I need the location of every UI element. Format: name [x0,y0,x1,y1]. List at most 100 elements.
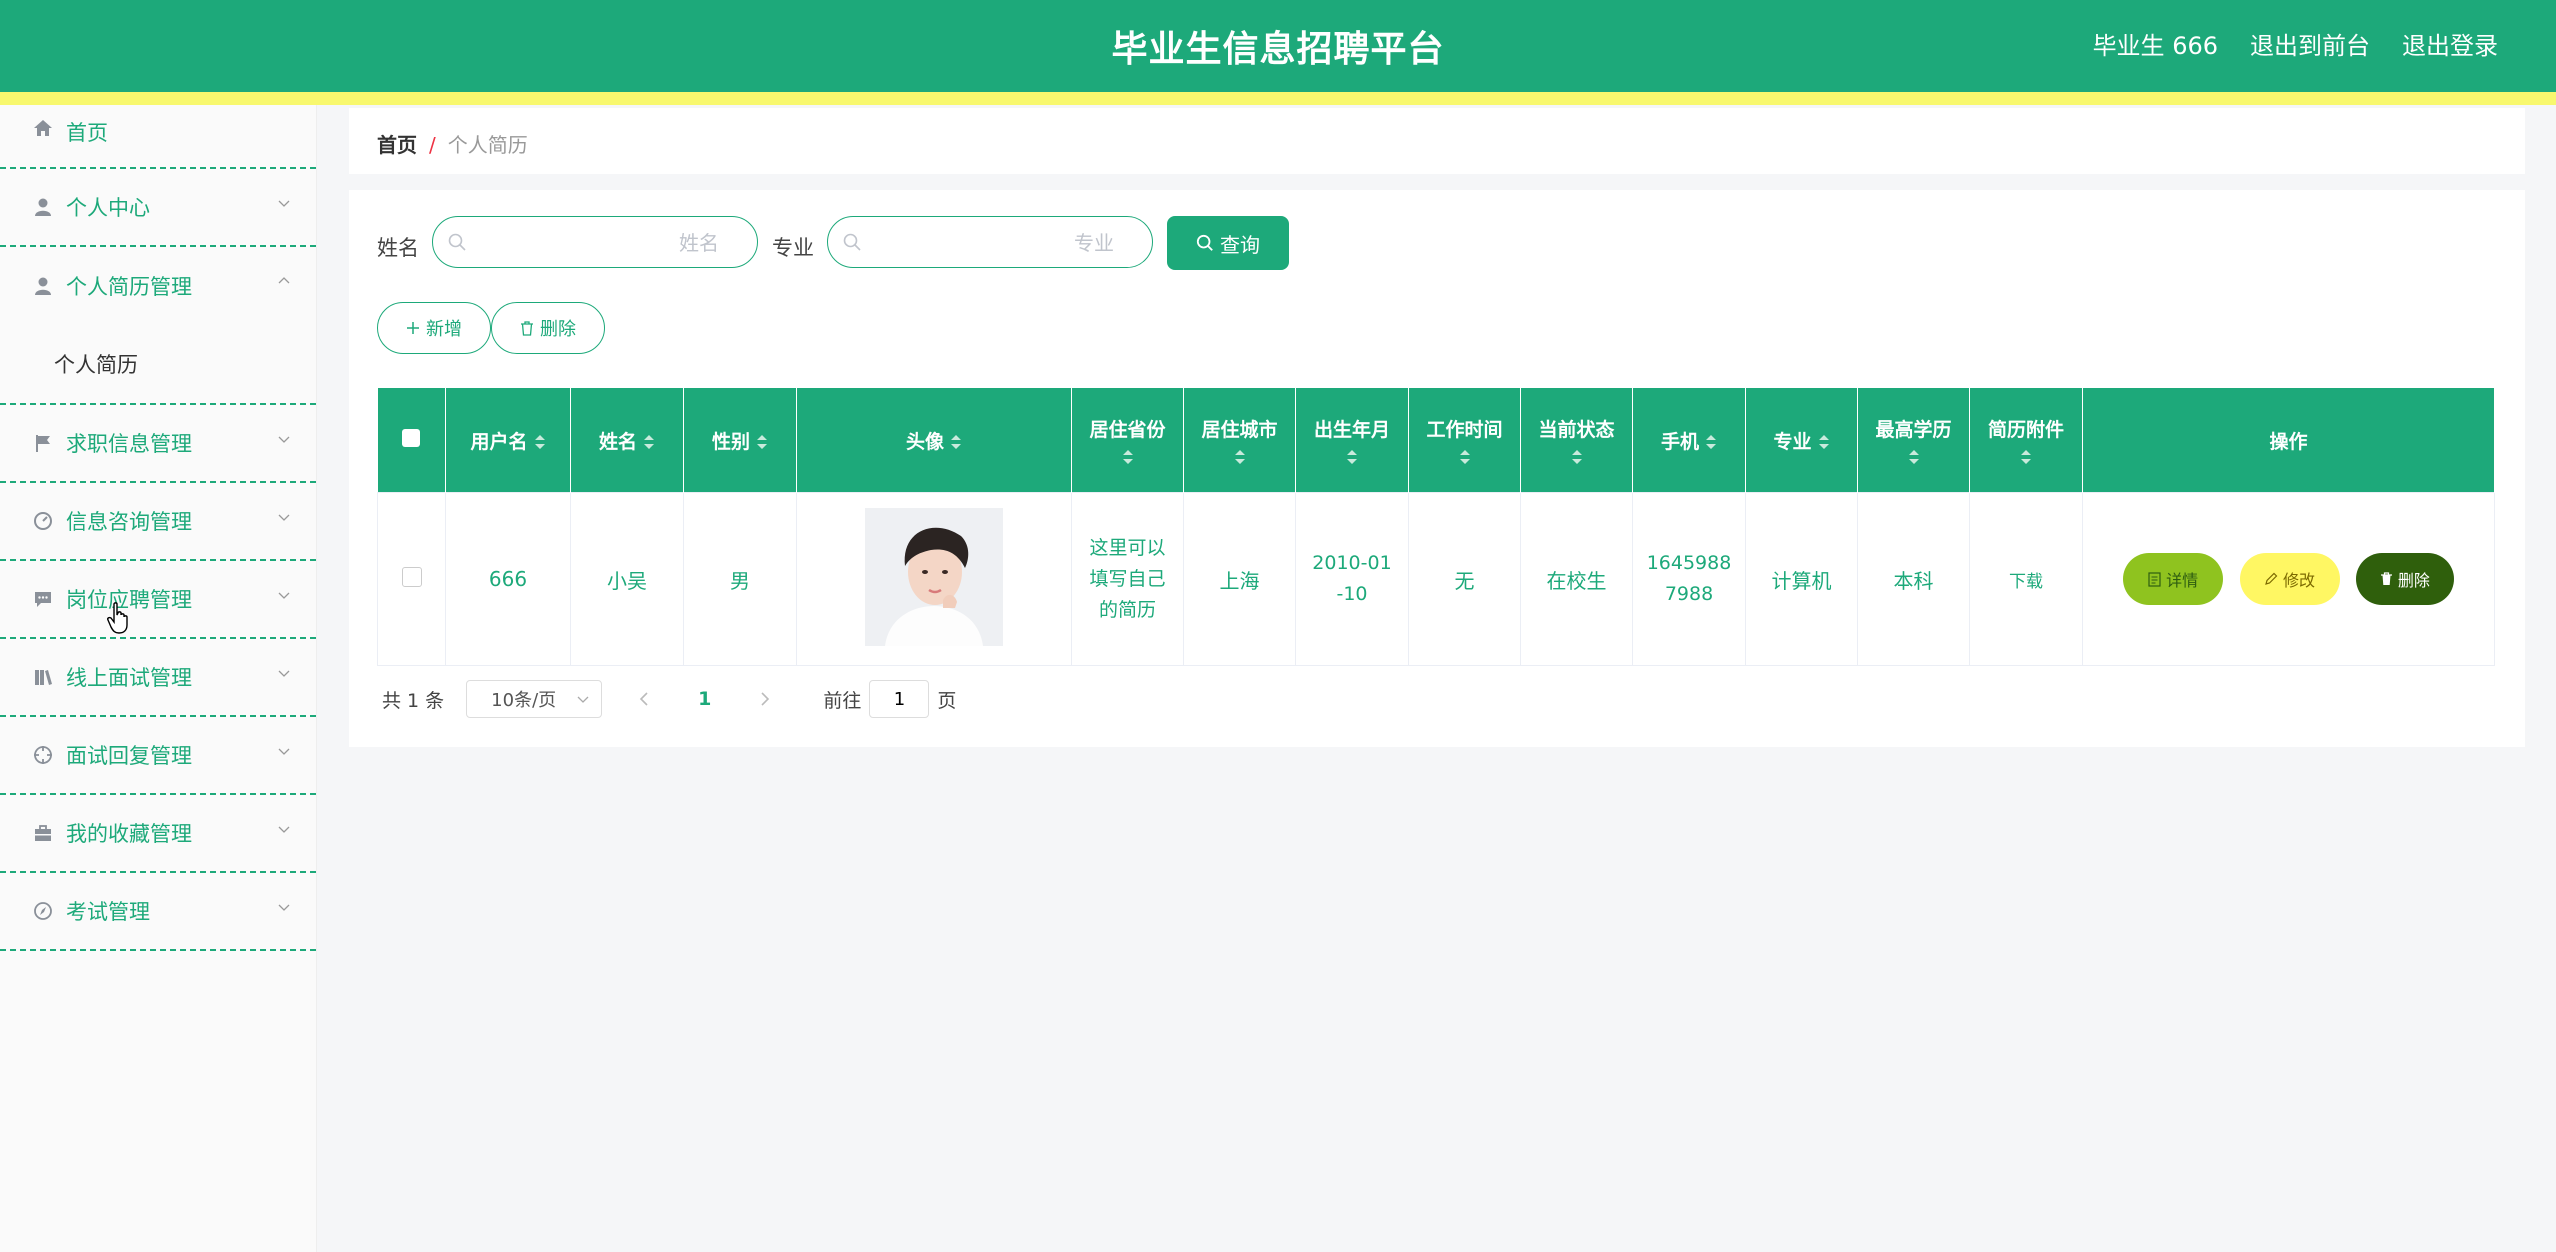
cell-birth: 2010-01 -10 [1295,492,1409,666]
sort-icon[interactable] [1571,448,1583,466]
chevron-down-icon [278,592,290,599]
column-header[interactable]: 头像 [796,388,1072,493]
chevron-down-icon [278,200,290,207]
delete-button-label: 删除 [540,319,576,340]
download-link[interactable]: 下载 [2009,572,2043,592]
sidebar-subitem-resume[interactable]: 个人简历 [0,325,316,405]
breadcrumb-home[interactable]: 首页 [377,133,417,157]
breadcrumb-current: 个人简历 [447,133,528,157]
name-search-input[interactable] [477,223,721,263]
select-all-header [377,388,446,493]
avatar[interactable] [865,507,1003,646]
crosshair-icon [32,744,54,766]
column-header[interactable]: 当前状态 [1520,388,1633,493]
detail-button[interactable]: 详情 [2123,553,2224,605]
sort-icon[interactable] [1122,448,1134,466]
table-row: 666 小吴 男 这里可以 填写自己 的简历 上海 2010-01 -10 无 … [377,492,2495,666]
sidebar: 首页 个人中心 个人简历管理 个人简历 求职信息管理 信息咨询管理 岗位应聘管理 [0,105,317,1252]
row-checkbox[interactable] [401,566,422,587]
sidebar-item-personal-center[interactable]: 个人中心 [0,169,316,247]
row-delete-button[interactable]: 删除 [2355,553,2454,605]
trash-icon [2380,572,2392,585]
column-header[interactable]: 手机 [1632,388,1746,493]
add-button-label: 新增 [426,319,462,340]
sidebar-item-favorites[interactable]: 我的收藏管理 [0,795,316,873]
add-button[interactable]: 新增 [377,302,491,354]
major-search-input[interactable] [872,223,1116,263]
name-search-box [432,216,758,268]
column-header[interactable]: 专业 [1745,388,1858,493]
sort-icon[interactable] [534,433,546,451]
user-icon [32,196,54,218]
query-button[interactable]: 查询 [1167,216,1289,270]
gauge-icon [32,510,54,532]
sidebar-item-resume-management[interactable]: 个人简历管理 [0,247,316,325]
flag-icon [32,432,54,454]
cell-phone: 1645988 7988 [1632,492,1746,666]
query-button-label: 查询 [1220,232,1260,257]
chevron-down-icon [577,696,589,703]
column-header[interactable]: 用户名 [445,388,571,493]
sidebar-item-interview-reply[interactable]: 面试回复管理 [0,717,316,795]
column-header[interactable]: 最高学历 [1857,388,1970,493]
sidebar-item-job-application[interactable]: 岗位应聘管理 [0,561,316,639]
main-panel: 姓名 专业 查询 新增 删除 用户名 姓名 性别 [349,190,2525,747]
page-size-select[interactable]: 10条/页 [466,680,603,718]
column-header[interactable]: 出生年月 [1295,388,1409,493]
prev-page-icon[interactable] [636,690,654,708]
top-header: 毕业生信息招聘平台 毕业生 666 退出到前台 退出登录 [0,0,2556,92]
next-page-icon[interactable] [755,690,773,708]
chevron-down-icon [278,826,290,833]
books-icon [32,666,54,688]
cell-gender: 男 [683,492,797,666]
chevron-down-icon [278,514,290,521]
goto-page-input[interactable] [869,680,930,718]
cell-province: 这里可以 填写自己 的简历 [1071,492,1184,666]
sort-icon[interactable] [756,433,768,451]
exit-to-front-link[interactable]: 退出到前台 [2250,26,2370,61]
sort-icon[interactable] [2020,448,2032,466]
cell-education: 本科 [1857,492,1970,666]
trash-icon [521,320,533,336]
select-all-checkbox[interactable] [402,428,421,447]
sort-icon[interactable] [643,433,655,451]
sort-icon[interactable] [1705,433,1717,451]
delete-button[interactable]: 删除 [491,302,605,354]
sort-icon[interactable] [950,433,962,451]
sidebar-item-online-interview[interactable]: 线上面试管理 [0,639,316,717]
sort-icon[interactable] [1908,448,1920,466]
sidebar-item-label: 考试管理 [66,900,150,924]
cell-work-time: 无 [1408,492,1521,666]
column-header-actions: 操作 [2082,388,2495,493]
logout-link[interactable]: 退出登录 [2402,26,2498,61]
sort-icon[interactable] [1818,433,1830,451]
column-header[interactable]: 姓名 [570,388,684,493]
current-user-label[interactable]: 毕业生 666 [2093,26,2218,61]
sidebar-item-consult[interactable]: 信息咨询管理 [0,483,316,561]
breadcrumb: 首页 / 个人简历 [349,108,2525,174]
edit-button[interactable]: 修改 [2239,553,2340,605]
column-header[interactable]: 简历附件 [1969,388,2083,493]
chevron-down-icon [278,670,290,677]
total-count: 共 1 条 [382,689,445,712]
column-header[interactable]: 居住省份 [1071,388,1184,493]
sidebar-item-label: 我的收藏管理 [66,822,192,846]
column-header[interactable]: 工作时间 [1408,388,1521,493]
sidebar-item-home[interactable]: 首页 [0,105,316,169]
compass-icon [32,900,54,922]
search-icon [843,233,861,251]
sort-icon[interactable] [1459,448,1471,466]
plus-icon [407,322,419,334]
resume-table: 用户名 姓名 性别 头像 居住省份 居住城市 出生年月 工作时间 当前状态 手机… [377,388,2495,666]
pencil-icon [2265,572,2278,585]
breadcrumb-separator: / [429,133,436,157]
sidebar-item-job-info[interactable]: 求职信息管理 [0,405,316,483]
sort-icon[interactable] [1346,448,1358,466]
cell-avatar [796,492,1072,666]
page-number-current[interactable]: 1 [698,688,711,710]
cell-username: 666 [445,492,571,666]
column-header[interactable]: 居住城市 [1183,388,1296,493]
column-header[interactable]: 性别 [683,388,797,493]
sort-icon[interactable] [1234,448,1246,466]
sidebar-item-exam[interactable]: 考试管理 [0,873,316,951]
